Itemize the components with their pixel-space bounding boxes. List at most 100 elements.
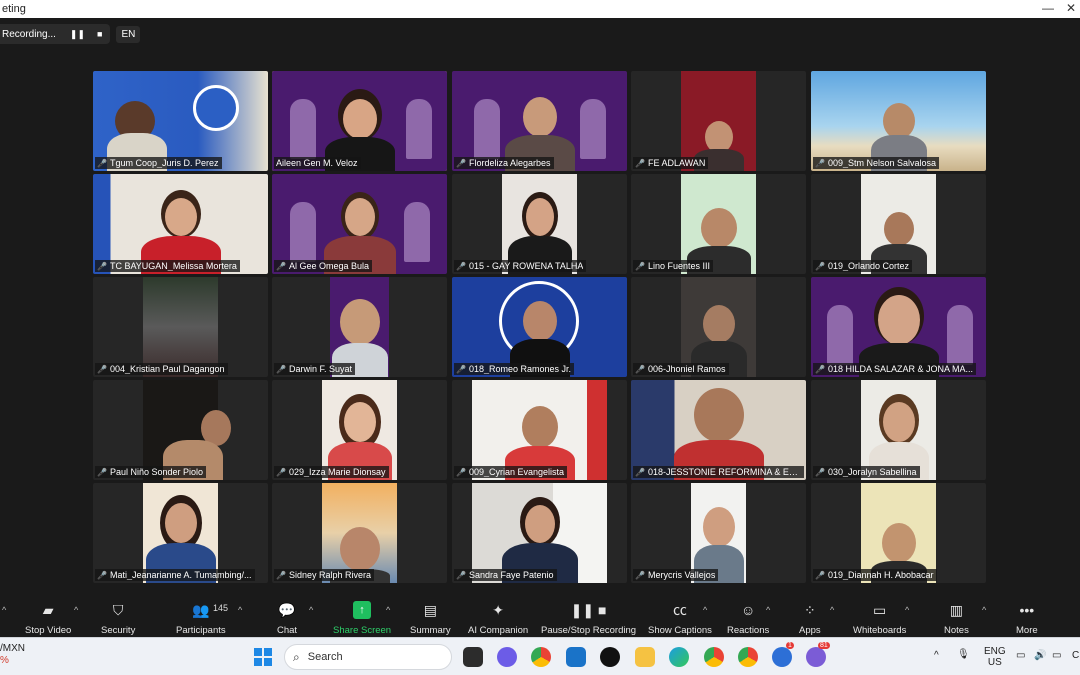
pause-recording-icon[interactable]: ❚❚ [70, 29, 85, 40]
share-options-chevron-icon[interactable]: ^ [386, 605, 390, 615]
edge-icon[interactable] [669, 647, 689, 667]
participant-name: 030_Joralyn Sabellina [827, 467, 917, 477]
microsoft-store-icon[interactable] [566, 647, 586, 667]
language-interpretation-button[interactable]: EN [116, 25, 141, 43]
muted-mic-icon: 🎤 [97, 570, 107, 580]
stock-ticker-widget[interactable]: /MXN % [0, 643, 25, 667]
video-tile[interactable]: 🎤 Tgum Coop_Juris D. Perez [93, 71, 268, 171]
chat-app-icon[interactable] [497, 647, 517, 667]
recording-bar: Recording... ❚❚ ■ EN [0, 24, 141, 44]
notes-options-chevron-icon[interactable]: ^ [982, 605, 986, 615]
muted-mic-icon: 🎤 [635, 364, 645, 374]
participant-nameplate: Aileen Gen M. Veloz [274, 157, 361, 169]
video-tile[interactable]: 🎤 018-JESSTONIE REFORMINA & ER... [631, 380, 806, 480]
participants-count: 145 [213, 603, 229, 613]
participant-nameplate: 🎤 TC BAYUGAN_Melissa Mortera [95, 260, 240, 272]
summary-document-icon: ▤ [423, 602, 437, 618]
video-tile-active-speaker[interactable]: Aileen Gen M. Veloz [272, 71, 447, 171]
whiteboards-options-chevron-icon[interactable]: ^ [905, 605, 909, 615]
video-tile[interactable]: 🎤 Paul Niño Sonder Piolo [93, 380, 268, 480]
video-tile[interactable]: 🎤 019_Orlando Cortez [811, 174, 986, 274]
summary-button[interactable]: ▤ Summary [410, 601, 451, 636]
video-tile[interactable]: 🎤 018_Romeo Ramones Jr. [452, 277, 627, 377]
participant-name: Flordeliza Alegarbes [468, 158, 551, 168]
task-view-icon[interactable] [463, 647, 483, 667]
stop-video-button[interactable]: ▰ Stop Video [25, 601, 71, 636]
video-tile[interactable]: 🎤 015 - GAY ROWENA TALHA [452, 174, 627, 274]
messenger-icon[interactable] [806, 647, 826, 667]
network-icon[interactable]: ▭ [1016, 650, 1025, 661]
captions-options-chevron-icon[interactable]: ^ [703, 605, 707, 615]
recording-label: Recording... [2, 28, 56, 40]
video-tile[interactable]: 🎤 019_Diannah H. Abobacar [811, 483, 986, 583]
chat-options-chevron-icon[interactable]: ^ [309, 605, 313, 615]
zoom-icon[interactable] [772, 647, 792, 667]
file-explorer-icon[interactable] [635, 647, 655, 667]
stop-recording-icon[interactable]: ■ [97, 29, 102, 39]
clock-partial[interactable]: C [1072, 650, 1079, 661]
more-button[interactable]: ••• More [1016, 601, 1038, 636]
muted-mic-icon: 🎤 [97, 467, 107, 477]
video-tile[interactable]: 🎤 009_Cyrian Evangelista [452, 380, 627, 480]
participant-name: FE ADLAWAN [647, 158, 706, 168]
video-tile[interactable]: 🎤 Merycris Vallejos [631, 483, 806, 583]
video-tile[interactable]: 🎤 030_Joralyn Sabellina [811, 380, 986, 480]
video-tile[interactable]: 🎤 006-Jhoniel Ramos [631, 277, 806, 377]
chat-button[interactable]: 💬 Chat [277, 601, 297, 636]
taskbar-search[interactable]: ⌕ Search [284, 644, 452, 670]
chrome-profile-2-icon[interactable] [738, 647, 758, 667]
video-tile[interactable]: 🎤 Lino Fuentes III [631, 174, 806, 274]
battery-icon[interactable]: ▭ [1052, 650, 1061, 661]
participant-nameplate: 🎤 015 - GAY ROWENA TALHA [454, 260, 587, 272]
muted-mic-icon: 🎤 [276, 261, 286, 271]
video-options-chevron-icon[interactable]: ^ [74, 605, 78, 615]
video-tile[interactable]: 🎤 Darwin F. Suyat [272, 277, 447, 377]
chat-bubble-icon: 💬 [278, 602, 296, 618]
video-tile[interactable]: 🎤 Sidney Ralph Rivera [272, 483, 447, 583]
participant-name: 018_Romeo Ramones Jr. [468, 364, 572, 374]
gallery-view: 🎤 Tgum Coop_Juris D. Perez Aileen Gen M. … [93, 71, 988, 584]
share-screen-button[interactable]: ↑ Share Screen [333, 601, 391, 636]
meeting-toolbar: ^ ▰ Stop Video ^ ⛉ Security 👥 Participan… [0, 597, 1080, 637]
participant-nameplate: 🎤 018 HILDA SALAZAR & JONA MA... [813, 363, 977, 375]
input-language-indicator[interactable]: ENG US [984, 646, 1006, 668]
pause-stop-recording-button[interactable]: ❚❚ ■ Pause/Stop Recording [541, 601, 636, 636]
microphone-icon[interactable]: 🎙 [957, 649, 970, 660]
whiteboards-button[interactable]: ▭ Whiteboards [853, 601, 906, 636]
muted-mic-icon: 🎤 [456, 261, 466, 271]
video-tile[interactable]: 🎤 018 HILDA SALAZAR & JONA MA... [811, 277, 986, 377]
reactions-button[interactable]: ☺ Reactions [727, 601, 769, 636]
muted-mic-icon: 🎤 [97, 261, 107, 271]
dell-icon[interactable] [600, 647, 620, 667]
video-tile[interactable]: 🎤 029_Izza Marie Dionsay [272, 380, 447, 480]
video-tile[interactable]: 🎤 Flordeliza Alegarbes [452, 71, 627, 171]
video-tile[interactable]: 🎤 TC BAYUGAN_Melissa Mortera [93, 174, 268, 274]
video-tile[interactable]: 🎤 009_Stm Nelson Salvalosa [811, 71, 986, 171]
sparkle-icon: ✦ [492, 602, 504, 618]
chrome-profile-icon[interactable] [704, 647, 724, 667]
close-button[interactable]: ✕ [1066, 1, 1076, 15]
minimize-button[interactable]: — [1042, 1, 1054, 15]
chrome-icon[interactable] [531, 647, 551, 667]
video-tile[interactable]: 🎤 Al Gee Omega Bula [272, 174, 447, 274]
volume-icon[interactable]: 🔊 [1034, 650, 1046, 661]
video-tile[interactable]: 🎤 Sandra Faye Patenio [452, 483, 627, 583]
video-tile[interactable]: 🎤 004_Kristian Paul Dagangon [93, 277, 268, 377]
ai-companion-button[interactable]: ✦ AI Companion [468, 601, 528, 636]
chevron-up-icon[interactable]: ^ [2, 605, 6, 615]
apps-options-chevron-icon[interactable]: ^ [830, 605, 834, 615]
participants-options-chevron-icon[interactable]: ^ [238, 605, 242, 615]
participant-nameplate: 🎤 009_Stm Nelson Salvalosa [813, 157, 940, 169]
reactions-options-chevron-icon[interactable]: ^ [766, 605, 770, 615]
security-button[interactable]: ⛉ Security [101, 601, 135, 636]
video-tile[interactable]: 🎤 Mati_Jeanarianne A. Tumambing/... [93, 483, 268, 583]
closed-captions-icon: ㏄ [672, 602, 687, 618]
participant-nameplate: 🎤 018_Romeo Ramones Jr. [454, 363, 575, 375]
notes-button[interactable]: ▥ Notes [944, 601, 969, 636]
participant-name: 009_Cyrian Evangelista [468, 467, 565, 477]
apps-button[interactable]: ⁘ Apps [799, 601, 821, 636]
show-hidden-icons-chevron-icon[interactable]: ^ [934, 650, 939, 661]
muted-mic-icon: 🎤 [276, 570, 286, 580]
video-tile[interactable]: 🎤 FE ADLAWAN [631, 71, 806, 171]
windows-start-icon[interactable] [254, 648, 272, 666]
